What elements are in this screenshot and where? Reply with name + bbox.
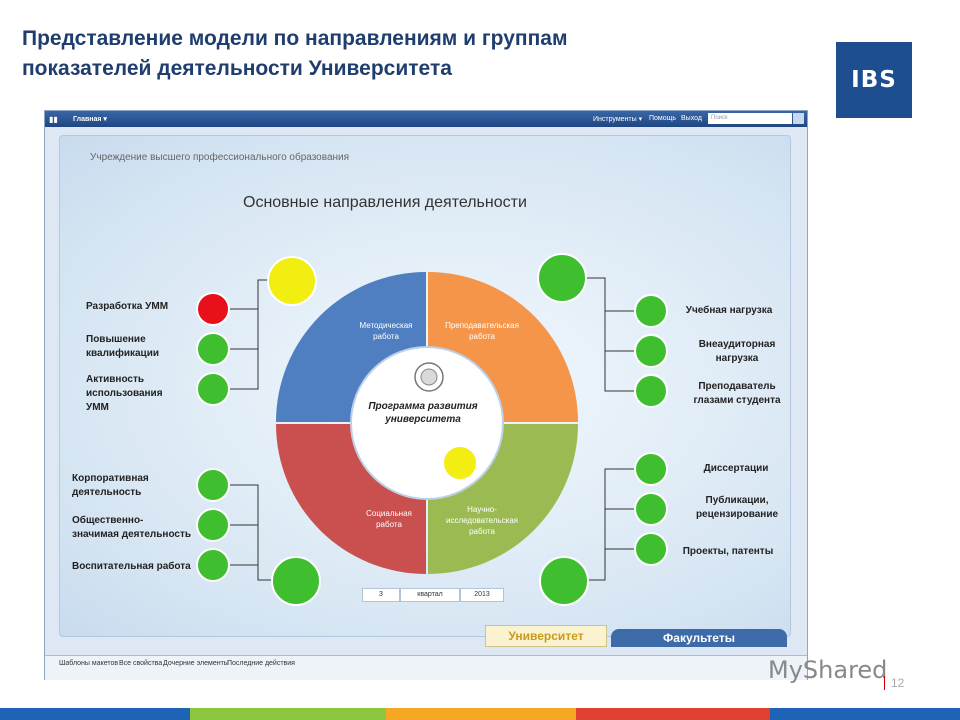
sector-label-line: Преподавательская	[445, 321, 519, 330]
period-number[interactable]: 3	[362, 588, 400, 602]
status-indicator[interactable]	[634, 532, 668, 566]
label-line: Диссертации	[703, 463, 769, 474]
sector-teaching-label: Преподавательская работа	[434, 320, 530, 342]
indicator-label: Активность использования УММ	[86, 373, 163, 415]
label-line: Активность	[86, 374, 145, 385]
indicator-label: Воспитательная работа	[72, 560, 191, 574]
indicator-label: Общественно- значимая деятельность	[72, 514, 191, 542]
period-unit[interactable]: квартал	[400, 588, 460, 602]
footer-stripe	[770, 708, 960, 720]
label-line: значимая деятельность	[72, 529, 192, 540]
sector-label-line: работа	[469, 332, 495, 341]
page-number: 12	[884, 676, 904, 690]
sector-label-line: Методическая	[359, 321, 413, 330]
label-line: Корпоративная	[72, 473, 149, 484]
emblem-icon-inner	[420, 368, 438, 386]
indicator-label: Внеаудиторная нагрузка	[680, 338, 794, 366]
status-indicator[interactable]	[196, 548, 230, 582]
label-line: Внеаудиторная	[698, 339, 776, 350]
program-indicator[interactable]	[442, 445, 478, 481]
label-line: Повышение	[86, 334, 146, 345]
label-line: Публикации,	[705, 495, 769, 506]
sector-label-line: работа	[376, 520, 402, 529]
label-line: квалификации	[86, 348, 159, 359]
footer-stripe	[190, 708, 386, 720]
watermark: MyShared	[768, 656, 888, 684]
group-indicator[interactable]	[539, 556, 589, 606]
sector-social-label: Социальная работа	[352, 508, 426, 530]
indicator-label: Диссертации	[686, 462, 786, 476]
group-indicator[interactable]	[271, 556, 321, 606]
sector-label-line: Научно-	[467, 505, 497, 514]
footer-stripe	[386, 708, 576, 720]
indicator-label: Проекты, патенты	[676, 545, 780, 559]
center-label-line: университета	[385, 414, 461, 425]
footer-stripe	[576, 708, 770, 720]
sector-methodical-label: Методическая работа	[346, 320, 426, 342]
period-year[interactable]: 2013	[460, 588, 504, 602]
status-indicator[interactable]	[634, 374, 668, 408]
status-indicator[interactable]	[634, 492, 668, 526]
label-line: Разработка УММ	[86, 301, 169, 312]
indicator-label: Учебная нагрузка	[680, 304, 778, 318]
label-line: глазами студента	[693, 395, 781, 406]
dashboard-title: Основные направления деятельности	[243, 194, 527, 211]
status-indicator[interactable]	[196, 372, 230, 406]
indicator-label: Преподаватель глазами студента	[680, 380, 794, 408]
label-line: Проекты, патенты	[682, 546, 774, 557]
center-label: Программа развития университета	[352, 400, 494, 426]
status-indicator[interactable]	[196, 468, 230, 502]
status-indicator[interactable]	[196, 508, 230, 542]
footer-stripe	[0, 708, 190, 720]
label-line: Учебная нагрузка	[685, 305, 773, 316]
center-label-line: Программа развития	[368, 401, 478, 412]
sector-label-line: работа	[469, 527, 495, 536]
sector-label-line: работа	[373, 332, 399, 341]
org-label: Учреждение высшего профессионального обр…	[90, 152, 350, 163]
label-line: Преподаватель	[698, 381, 776, 392]
label-line: Общественно-	[72, 515, 144, 526]
group-indicator[interactable]	[537, 253, 587, 303]
status-indicator[interactable]	[196, 332, 230, 366]
sector-research-label: Научно- исследовательская работа	[432, 504, 532, 537]
label-line: нагрузка	[715, 353, 759, 364]
indicator-label: Публикации, рецензирование	[680, 494, 794, 522]
status-indicator[interactable]	[634, 294, 668, 328]
label-line: деятельность	[72, 487, 142, 498]
status-indicator[interactable]	[196, 292, 230, 326]
label-line: УММ	[86, 402, 109, 413]
status-indicator[interactable]	[634, 452, 668, 486]
sector-label-line: Социальная	[366, 509, 412, 518]
label-line: использования	[86, 388, 163, 399]
sector-label-line: исследовательская	[445, 516, 518, 525]
indicator-label: Разработка УММ	[86, 300, 168, 314]
indicator-label: Повышение квалификации	[86, 333, 159, 361]
indicator-label: Корпоративная деятельность	[72, 472, 149, 500]
label-line: рецензирование	[695, 509, 779, 520]
group-indicator[interactable]	[267, 256, 317, 306]
status-indicator[interactable]	[634, 334, 668, 368]
label-line: Воспитательная работа	[72, 561, 191, 572]
